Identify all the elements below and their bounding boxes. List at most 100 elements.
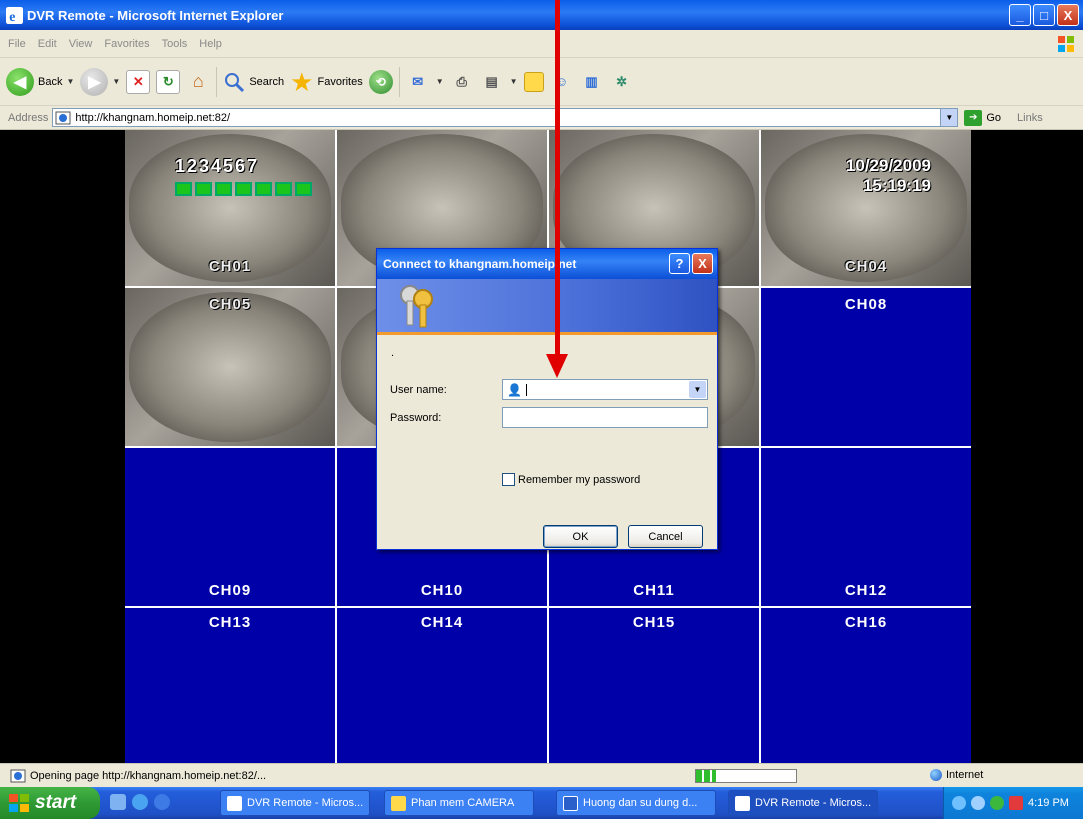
research-icon[interactable]: ▥ bbox=[580, 70, 604, 94]
maximize-button[interactable]: □ bbox=[1033, 4, 1055, 26]
menu-favorites[interactable]: Favorites bbox=[104, 38, 149, 50]
close-button[interactable]: X bbox=[1057, 4, 1079, 26]
mail-icon[interactable]: ✉ bbox=[406, 70, 430, 94]
edit-dropdown-icon[interactable]: ▼ bbox=[510, 77, 518, 86]
username-combobox[interactable]: 👤 ▼ bbox=[502, 379, 708, 400]
forward-arrow-icon: ▶ bbox=[80, 67, 109, 96]
minimize-button[interactable]: _ bbox=[1009, 4, 1031, 26]
stop-icon[interactable]: ✕ bbox=[126, 69, 151, 94]
channel-label: CH15 bbox=[632, 614, 676, 631]
mail-dropdown-icon[interactable]: ▼ bbox=[436, 77, 444, 86]
channel-label: CH16 bbox=[844, 614, 888, 631]
refresh-icon[interactable]: ↻ bbox=[156, 69, 181, 94]
clock: 4:19 PM bbox=[1028, 797, 1069, 809]
channel-tile-15[interactable]: CH15 bbox=[549, 608, 759, 769]
channel-tile-1[interactable]: 1234567 CH01 bbox=[125, 130, 335, 286]
tray-network-icon[interactable] bbox=[952, 796, 966, 810]
go-arrow-icon: ➔ bbox=[964, 109, 983, 126]
windows-flag-icon bbox=[1058, 36, 1074, 52]
keys-icon bbox=[400, 285, 433, 328]
start-button[interactable]: start bbox=[0, 787, 100, 819]
quicklaunch-ie2-icon[interactable] bbox=[154, 794, 170, 810]
username-row: User name: 👤 ▼ bbox=[390, 379, 708, 400]
username-label: User name: bbox=[390, 383, 447, 396]
messenger-people-icon[interactable]: ✲ bbox=[610, 70, 634, 94]
address-dropdown-icon[interactable]: ▼ bbox=[940, 109, 958, 126]
search-icon bbox=[225, 72, 245, 92]
ok-button[interactable]: OK bbox=[543, 525, 618, 548]
folder-icon[interactable] bbox=[523, 71, 544, 92]
menu-help[interactable]: Help bbox=[199, 38, 222, 50]
page-loading-icon bbox=[10, 769, 26, 782]
channel-tile-4[interactable]: 10/29/2009 15:19:19 CH04 bbox=[761, 130, 971, 286]
menu-edit[interactable]: Edit bbox=[38, 38, 57, 50]
back-button[interactable]: ◀ Back ▼ bbox=[6, 67, 74, 96]
osd-time: 15:19:19 bbox=[862, 176, 931, 195]
messenger-icon[interactable]: ☺ bbox=[550, 70, 574, 94]
channel-label: CH14 bbox=[420, 614, 464, 631]
user-icon: 👤 bbox=[507, 382, 522, 397]
toolbar-separator bbox=[398, 66, 400, 97]
taskbar-item-dvr-remote-1[interactable]: DVR Remote - Micros... bbox=[220, 790, 370, 816]
links-button[interactable]: Links bbox=[1017, 112, 1043, 124]
address-url: http://khangnam.homeip.net:82/ bbox=[75, 111, 231, 124]
taskbar-item-phan-mem-camera[interactable]: Phan mem CAMERA bbox=[384, 790, 534, 816]
forward-button[interactable]: ▶ ▼ bbox=[80, 67, 120, 96]
channel-tile-14[interactable]: CH14 bbox=[337, 608, 547, 769]
dialog-close-button[interactable]: X bbox=[692, 253, 713, 274]
start-label: start bbox=[35, 792, 77, 813]
forward-dropdown-icon[interactable]: ▼ bbox=[112, 77, 120, 86]
window-title: DVR Remote - Microsoft Internet Explorer bbox=[27, 7, 284, 23]
favorites-label: Favorites bbox=[317, 75, 363, 88]
security-zone: Internet bbox=[930, 769, 983, 781]
menu-file[interactable]: File bbox=[8, 38, 26, 50]
channel-tile-9[interactable]: CH09 bbox=[125, 448, 335, 606]
channel-label: CH10 bbox=[420, 582, 464, 599]
username-dropdown-icon[interactable]: ▼ bbox=[689, 381, 706, 398]
dialog-message: . bbox=[391, 347, 395, 359]
dialog-help-button[interactable]: ? bbox=[669, 253, 690, 274]
login-dialog: Connect to khangnam.homeip.net ? X . Use… bbox=[376, 248, 718, 550]
password-field[interactable] bbox=[502, 407, 708, 428]
progress-bar bbox=[695, 769, 797, 783]
channel-tile-5[interactable]: CH05 bbox=[125, 288, 335, 446]
checkbox-box[interactable] bbox=[502, 473, 515, 486]
history-icon[interactable]: ⟲ bbox=[368, 69, 393, 94]
print-icon[interactable]: ⎙ bbox=[450, 70, 474, 94]
task-label: Phan mem CAMERA bbox=[411, 797, 515, 809]
status-bar: Opening page http://khangnam.homeip.net:… bbox=[0, 763, 1083, 787]
channel-tile-12[interactable]: CH12 bbox=[761, 448, 971, 606]
channel-tile-8[interactable]: CH08 bbox=[761, 288, 971, 446]
channel-label: CH11 bbox=[633, 582, 675, 599]
tray-volume-icon[interactable] bbox=[971, 796, 985, 810]
favorites-button[interactable]: ★ Favorites bbox=[290, 69, 363, 95]
remember-password-checkbox[interactable]: Remember my password bbox=[502, 473, 640, 486]
back-dropdown-icon[interactable]: ▼ bbox=[66, 77, 74, 86]
progress-fill bbox=[696, 770, 716, 782]
cancel-button[interactable]: Cancel bbox=[628, 525, 703, 548]
edit-icon[interactable]: ▤ bbox=[480, 70, 504, 94]
go-button[interactable]: ➔ Go bbox=[964, 109, 1001, 126]
channel-label: CH12 bbox=[844, 582, 888, 599]
address-input[interactable]: http://khangnam.homeip.net:82/ ▼ bbox=[52, 108, 959, 127]
menu-tools[interactable]: Tools bbox=[162, 38, 188, 50]
channel-tile-13[interactable]: CH13 bbox=[125, 608, 335, 769]
osd-channel-numbers: 1234567 bbox=[175, 156, 260, 176]
channel-tile-16[interactable]: CH16 bbox=[761, 608, 971, 769]
tray-security-icon[interactable] bbox=[990, 796, 1004, 810]
ie-icon bbox=[227, 795, 242, 811]
osd-date: 10/29/2009 bbox=[845, 156, 931, 175]
taskbar-item-huong-dan[interactable]: Huong dan su dung d... bbox=[556, 790, 716, 816]
quicklaunch-desktop-icon[interactable] bbox=[110, 794, 126, 810]
dialog-title: Connect to khangnam.homeip.net bbox=[383, 257, 577, 271]
taskbar-item-dvr-remote-2[interactable]: DVR Remote - Micros... bbox=[728, 790, 878, 816]
ie-icon: e bbox=[6, 6, 23, 24]
toolbar-separator bbox=[216, 66, 218, 97]
task-label: DVR Remote - Micros... bbox=[755, 797, 872, 809]
search-button[interactable]: Search bbox=[223, 71, 284, 93]
home-icon[interactable]: ⌂ bbox=[186, 70, 210, 94]
quicklaunch-ie-icon[interactable] bbox=[132, 794, 148, 810]
menu-view[interactable]: View bbox=[69, 38, 93, 50]
folder-icon bbox=[391, 795, 406, 811]
tray-app-icon[interactable] bbox=[1009, 796, 1023, 810]
